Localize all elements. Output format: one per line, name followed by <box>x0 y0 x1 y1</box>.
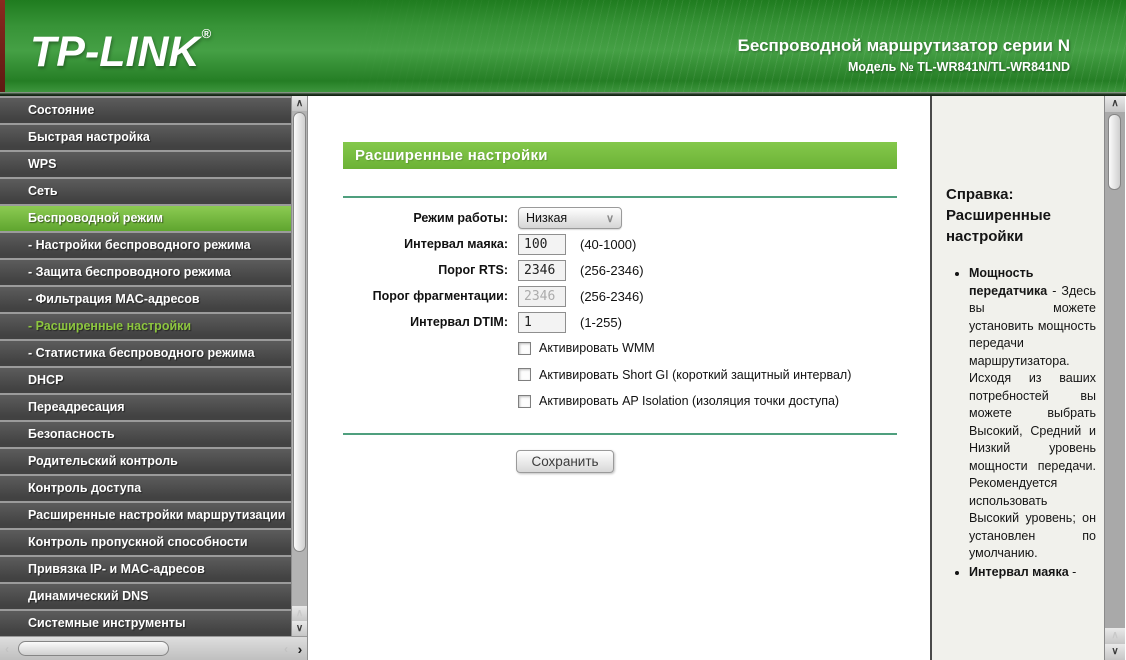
chevron-down-icon: ∨ <box>606 212 614 225</box>
router-model: Модель № TL-WR841N/TL-WR841ND <box>738 60 1070 74</box>
sidebar-item-wireless-security[interactable]: - Защита беспроводного режима <box>0 260 291 285</box>
sidebar-item-forwarding[interactable]: Переадресация <box>0 395 291 420</box>
short-gi-checkbox[interactable] <box>518 368 531 381</box>
sidebar-item-wps[interactable]: WPS <box>0 152 291 177</box>
checkbox-row-short-gi: Активировать Short GI (короткий защитный… <box>518 362 930 389</box>
main-content: Расширенные настройки Режим работы: Низк… <box>307 96 930 660</box>
sidebar-item-wireless-statistics[interactable]: - Статистика беспроводного режима <box>0 341 291 366</box>
scroll-left-icon[interactable]: ‹ <box>279 642 293 656</box>
short-gi-checkbox-label: Активировать Short GI (короткий защитный… <box>539 368 851 382</box>
work-mode-select[interactable]: Низкая ∨ <box>518 207 622 229</box>
wmm-checkbox[interactable] <box>518 342 531 355</box>
form-row-work-mode: Режим работы: Низкая ∨ <box>308 205 930 231</box>
sidebar-item-security[interactable]: Безопасность <box>0 422 291 447</box>
checkbox-row-wmm: Активировать WMM <box>518 335 930 362</box>
scroll-down-icon[interactable]: ∨ <box>1105 644 1125 660</box>
work-mode-label: Режим работы: <box>308 211 508 225</box>
sidebar-item-parental-control[interactable]: Родительский контроль <box>0 449 291 474</box>
form-row-dtim-interval: Интервал DTIM: (1-255) <box>308 309 930 335</box>
sidebar-item-wireless-settings[interactable]: - Настройки беспроводного режима <box>0 233 291 258</box>
header: TP-LINK® Беспроводной маршрутизатор сери… <box>0 0 1126 92</box>
sidebar-item-ip-mac-binding[interactable]: Привязка IP- и MAC-адресов <box>0 557 291 582</box>
help-text: - Здесь вы можете установить мощность пе… <box>969 284 1096 561</box>
fragmentation-threshold-input <box>518 286 566 307</box>
help-panel: Справка: Расширенные настройки Мощность … <box>930 96 1104 660</box>
scroll-up-icon[interactable]: ∧ <box>292 96 307 111</box>
ap-isolation-checkbox-label: Активировать AP Isolation (изоляция точк… <box>539 394 839 408</box>
divider-bottom <box>343 433 897 435</box>
sidebar-item-advanced-routing[interactable]: Расширенные настройки маршрутизации <box>0 503 291 528</box>
form-row-fragmentation-threshold: Порог фрагментации: (256-2346) <box>308 283 930 309</box>
sidebar-item-wireless[interactable]: Беспроводной режим <box>0 206 291 231</box>
page-title: Расширенные настройки <box>343 142 897 169</box>
sidebar-item-system-tools[interactable]: Системные инструменты <box>0 611 291 636</box>
horizontal-scrollbar-thumb[interactable] <box>18 641 169 656</box>
scroll-up-icon[interactable]: ∧ <box>1105 628 1125 644</box>
fragmentation-threshold-range: (256-2346) <box>580 289 644 304</box>
help-item-beacon-interval: Интервал маяка - <box>969 564 1096 582</box>
scroll-right-icon[interactable]: › <box>293 641 307 657</box>
help-list: Мощность передатчика - Здесь вы можете у… <box>946 265 1096 581</box>
dtim-interval-label: Интервал DTIM: <box>308 315 508 329</box>
scroll-down-icon[interactable]: ∨ <box>292 621 307 636</box>
ap-isolation-checkbox[interactable] <box>518 395 531 408</box>
beacon-interval-label: Интервал маяка: <box>308 237 508 251</box>
sidebar-item-network[interactable]: Сеть <box>0 179 291 204</box>
save-button[interactable]: Сохранить <box>516 450 614 473</box>
checkbox-row-ap-isolation: Активировать AP Isolation (изоляция точк… <box>518 388 930 415</box>
sidebar: Состояние Быстрая настройка WPS Сеть Бес… <box>0 96 307 660</box>
rts-threshold-input[interactable] <box>518 260 566 281</box>
help-term: Интервал маяка <box>969 565 1069 579</box>
sidebar-item-dhcp[interactable]: DHCP <box>0 368 291 393</box>
scroll-up-icon[interactable]: ∧ <box>1105 96 1125 112</box>
help-term: Мощность передатчика <box>969 266 1047 298</box>
router-series-title: Беспроводной маршрутизатор серии N <box>738 36 1070 56</box>
fragmentation-threshold-label: Порог фрагментации: <box>308 289 508 303</box>
help-scrollbar-thumb[interactable] <box>1108 114 1121 190</box>
scroll-left-icon[interactable]: ‹ <box>0 642 14 656</box>
divider-top <box>343 196 897 198</box>
tplink-logo: TP-LINK® <box>30 26 211 77</box>
sidebar-item-dynamic-dns[interactable]: Динамический DNS <box>0 584 291 609</box>
dtim-interval-input[interactable] <box>518 312 566 333</box>
scroll-up-icon[interactable]: ∧ <box>292 606 307 621</box>
sidebar-item-mac-filtering[interactable]: - Фильтрация MAC-адресов <box>0 287 291 312</box>
wmm-checkbox-label: Активировать WMM <box>539 341 655 355</box>
sidebar-horizontal-scrollbar[interactable]: ‹ ‹ › <box>0 636 307 660</box>
beacon-interval-range: (40-1000) <box>580 237 636 252</box>
sidebar-item-access-control[interactable]: Контроль доступа <box>0 476 291 501</box>
sidebar-item-status[interactable]: Состояние <box>0 98 291 123</box>
help-item-transmit-power: Мощность передатчика - Здесь вы можете у… <box>969 265 1096 563</box>
horizontal-scroll-track[interactable] <box>16 640 277 658</box>
help-text: - <box>1072 565 1076 579</box>
sidebar-item-bandwidth-control[interactable]: Контроль пропускной способности <box>0 530 291 555</box>
help-title: Справка: Расширенные настройки <box>946 184 1064 247</box>
registered-mark: ® <box>202 26 212 41</box>
rts-threshold-label: Порог RTS: <box>308 263 508 277</box>
sidebar-scrollbar-thumb[interactable] <box>293 112 306 552</box>
form-row-beacon-interval: Интервал маяка: (40-1000) <box>308 231 930 257</box>
sidebar-item-quick-setup[interactable]: Быстрая настройка <box>0 125 291 150</box>
help-panel-scrollbar[interactable]: ∧ ∧ ∨ <box>1104 96 1125 660</box>
advanced-settings-form: Режим работы: Низкая ∨ Интервал маяка: (… <box>308 205 930 415</box>
sidebar-item-wireless-advanced[interactable]: - Расширенные настройки <box>0 314 291 339</box>
beacon-interval-input[interactable] <box>518 234 566 255</box>
sidebar-menu: Состояние Быстрая настройка WPS Сеть Бес… <box>0 96 291 636</box>
header-red-strip <box>0 0 5 92</box>
dtim-interval-range: (1-255) <box>580 315 622 330</box>
sidebar-vertical-scrollbar[interactable]: ∧ ∧ ∨ <box>291 96 307 636</box>
form-row-rts-threshold: Порог RTS: (256-2346) <box>308 257 930 283</box>
work-mode-selected-value: Низкая <box>526 211 567 225</box>
rts-threshold-range: (256-2346) <box>580 263 644 278</box>
